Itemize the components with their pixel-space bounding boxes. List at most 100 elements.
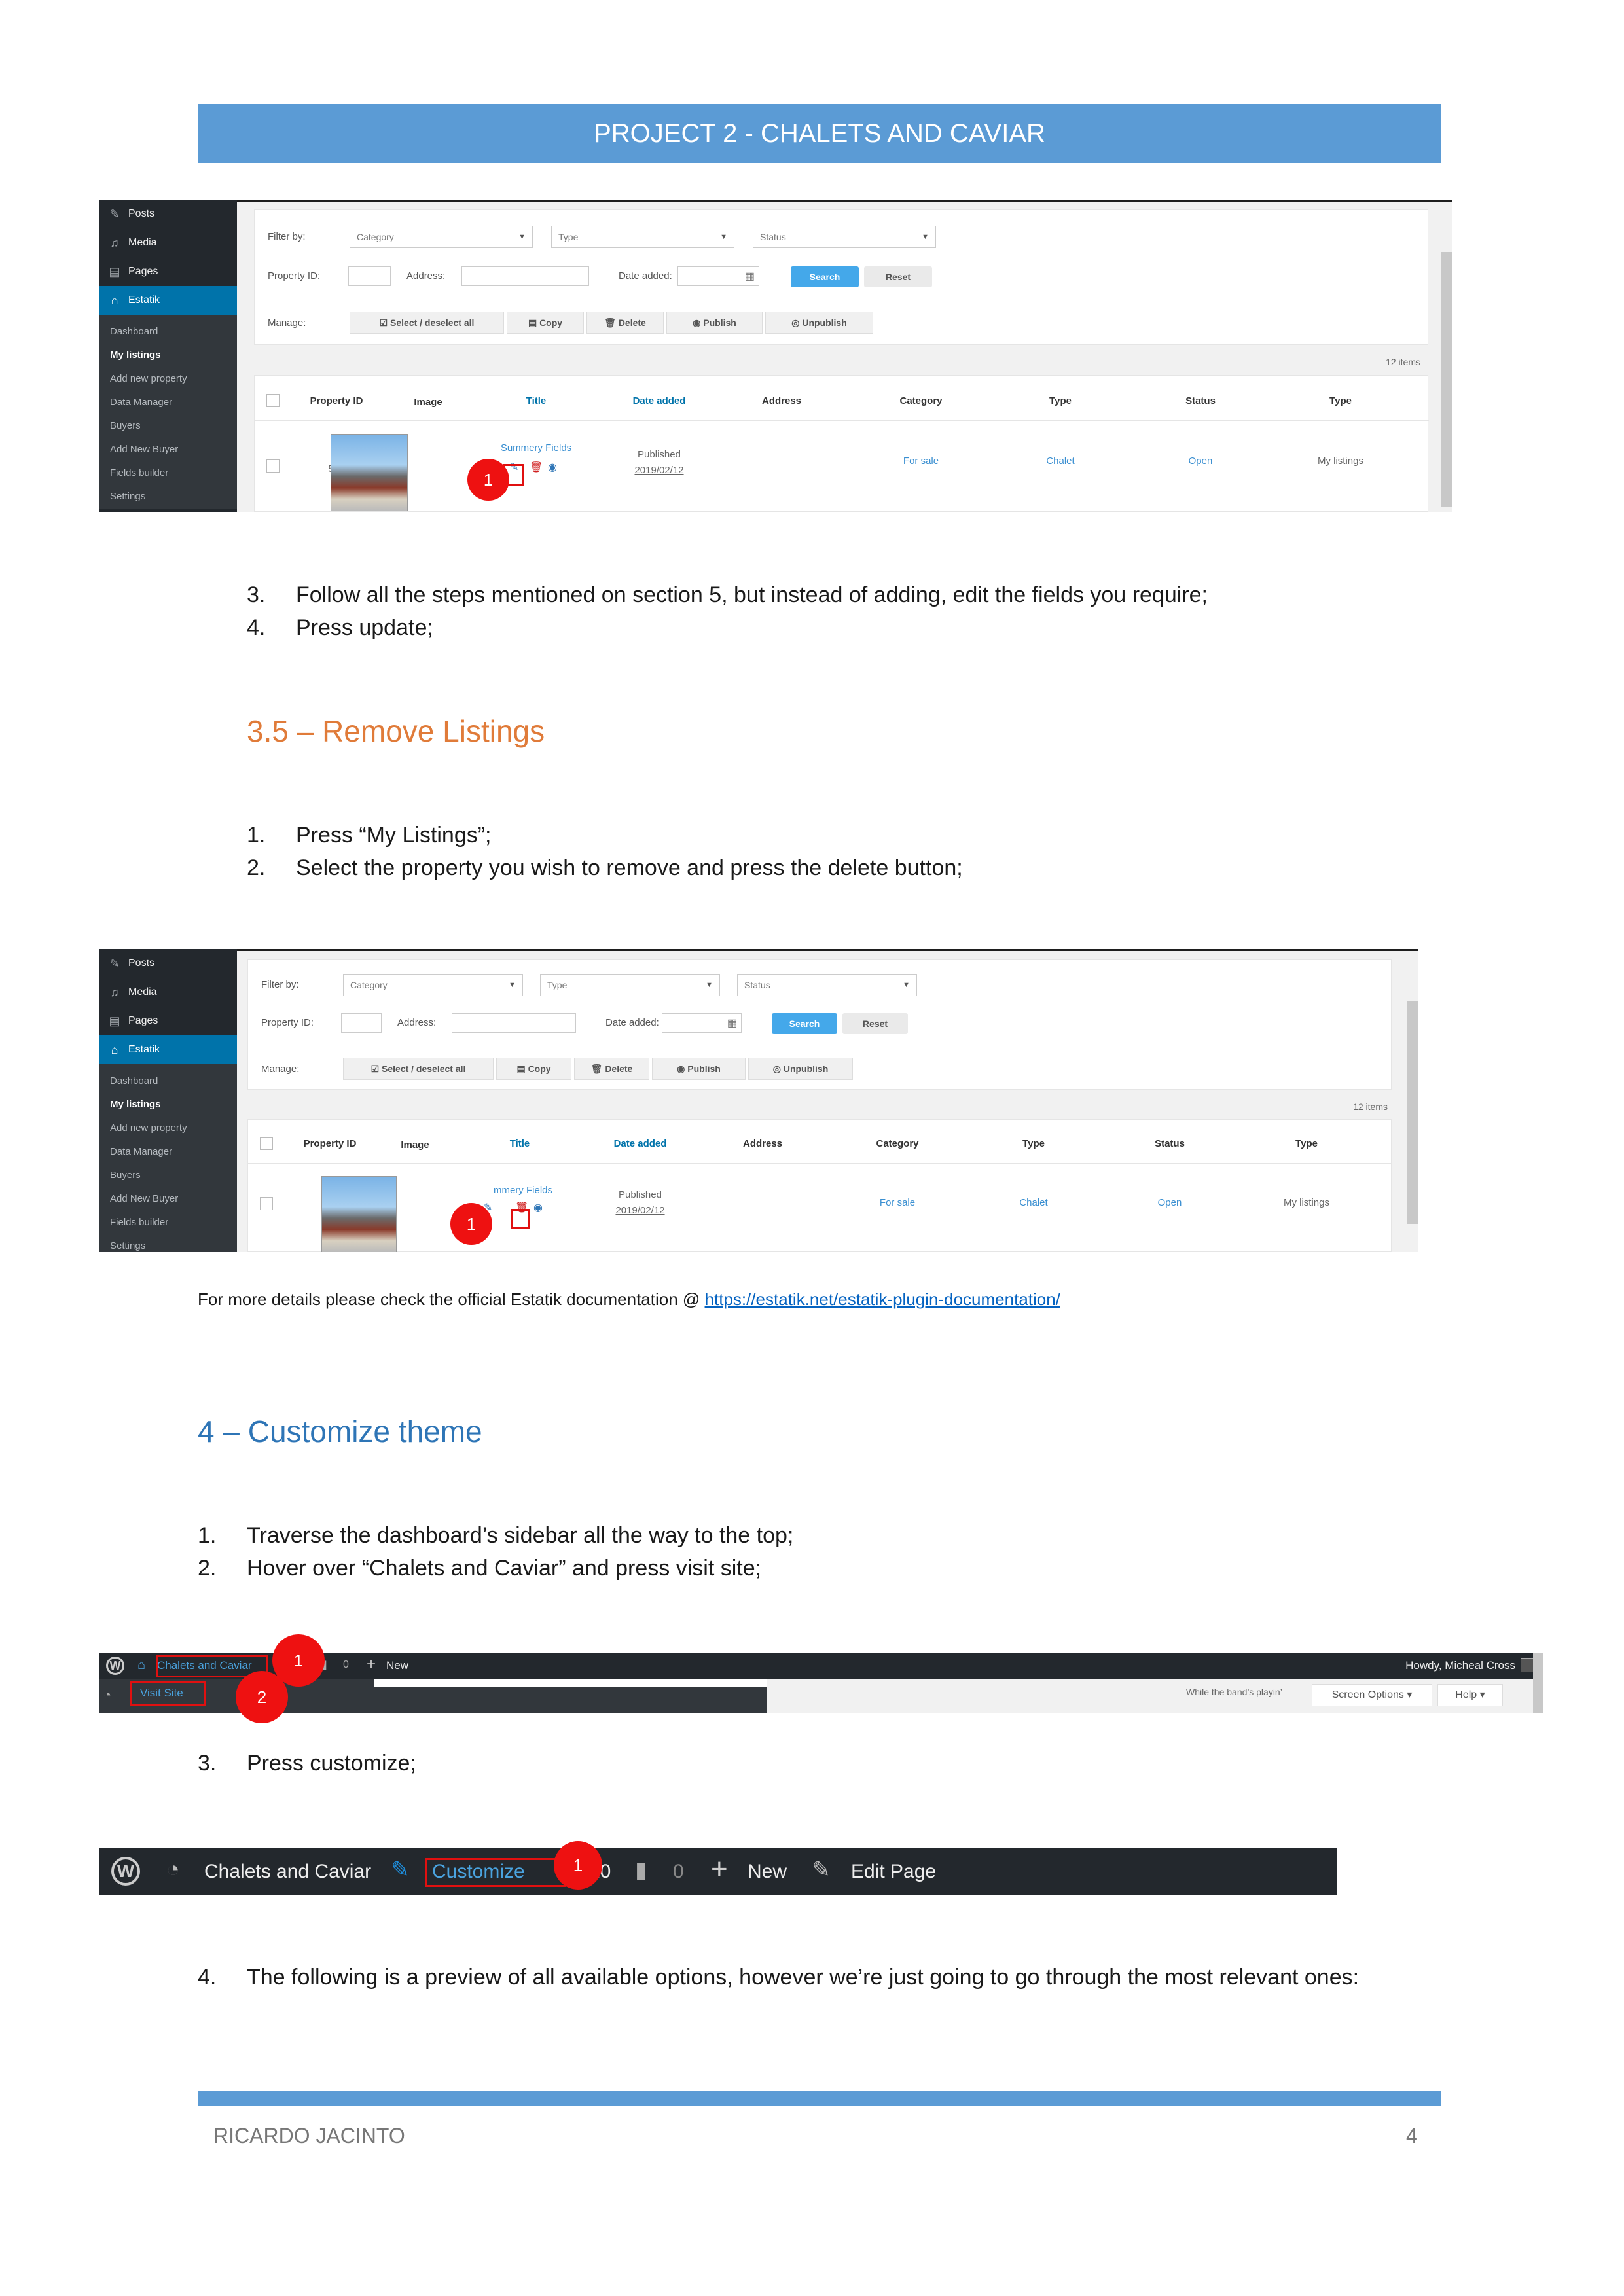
publish-button[interactable]: ◉ Publish xyxy=(666,312,763,334)
scrollbar[interactable] xyxy=(1407,1001,1418,1224)
scrollbar[interactable] xyxy=(1533,1653,1543,1713)
documentation-note: For more details please check the offici… xyxy=(198,1289,1060,1309)
select-all-button[interactable]: ☑ Select / deselect all xyxy=(343,1058,494,1080)
property-id-input[interactable] xyxy=(341,1013,382,1033)
help-button[interactable]: Help ▾ xyxy=(1437,1684,1503,1706)
row-category[interactable]: For sale xyxy=(862,456,980,467)
submenu-settings[interactable]: Settings xyxy=(99,1234,237,1252)
sidebar-item-estatik[interactable]: ⌂ Estatik xyxy=(99,1035,237,1064)
submenu-settings[interactable]: Settings xyxy=(99,485,237,509)
category-select[interactable]: Category ▼ xyxy=(350,226,533,248)
submenu-data-manager[interactable]: Data Manager xyxy=(99,391,237,414)
sidebar-item-media[interactable]: ♫ Media xyxy=(99,228,237,257)
trash-icon[interactable]: 🗑 xyxy=(530,461,543,474)
comment-icon[interactable]: ▮ xyxy=(635,1857,647,1883)
row-checkbox[interactable] xyxy=(266,459,280,473)
column-title[interactable]: Title xyxy=(461,1138,579,1149)
column-address: Address xyxy=(742,1138,783,1149)
column-title[interactable]: Title xyxy=(477,395,595,406)
property-id-input[interactable] xyxy=(348,266,391,286)
address-input[interactable] xyxy=(461,266,589,286)
plus-icon[interactable]: + xyxy=(711,1853,728,1886)
submenu-dashboard[interactable]: Dashboard xyxy=(99,320,237,344)
new-menu[interactable]: New xyxy=(386,1659,408,1672)
row-title[interactable]: mmery Fields xyxy=(471,1185,575,1196)
submenu-data-manager[interactable]: Data Manager xyxy=(99,1140,237,1164)
caret-down-icon: ▾ xyxy=(1479,1689,1485,1700)
address-input[interactable] xyxy=(452,1013,576,1033)
publish-button[interactable]: ◉ Publish xyxy=(652,1058,746,1080)
copy-button[interactable]: ▤ Copy xyxy=(507,312,584,334)
property-thumbnail[interactable] xyxy=(331,434,408,511)
search-button[interactable]: Search xyxy=(772,1013,837,1034)
column-category: Category xyxy=(899,395,943,406)
select-all-checkbox[interactable] xyxy=(260,1137,273,1150)
submenu-fields-builder[interactable]: Fields builder xyxy=(99,461,237,485)
submenu-add-property[interactable]: Add new property xyxy=(99,1117,237,1140)
select-all-button[interactable]: ☑ Select / deselect all xyxy=(350,312,504,334)
unpublish-button[interactable]: ◎ Unpublish xyxy=(765,312,873,334)
date-input[interactable]: ▦ xyxy=(677,266,759,286)
type-select[interactable]: Type ▼ xyxy=(551,226,734,248)
wordpress-logo-icon[interactable]: W xyxy=(106,1657,124,1675)
column-property-id[interactable]: Property ID xyxy=(281,1138,379,1149)
items-count: 12 items xyxy=(1353,1102,1388,1112)
documentation-link[interactable]: https://estatik.net/estatik-plugin-docum… xyxy=(705,1289,1060,1309)
scrollbar[interactable] xyxy=(1441,252,1452,507)
category-select[interactable]: Category ▼ xyxy=(343,974,523,996)
row-title[interactable]: Summery Fields xyxy=(477,442,595,454)
delete-button[interactable]: 🗑 Delete xyxy=(586,312,664,334)
step-badge: 1 xyxy=(554,1841,602,1890)
plus-icon[interactable]: + xyxy=(367,1655,376,1674)
sidebar-item-pages[interactable]: ▤ Pages xyxy=(99,257,237,286)
row-status[interactable]: Open xyxy=(1142,456,1259,467)
submenu-add-buyer[interactable]: Add New Buyer xyxy=(99,438,237,461)
copy-button[interactable]: ▤ Copy xyxy=(496,1058,571,1080)
submenu-fields-builder[interactable]: Fields builder xyxy=(99,1211,237,1234)
site-name-menu[interactable]: Chalets and Caviar xyxy=(204,1861,371,1883)
column-type-2: Type xyxy=(1295,1138,1318,1149)
submenu-buyers[interactable]: Buyers xyxy=(99,1164,237,1187)
wordpress-logo-icon[interactable]: W xyxy=(111,1857,140,1886)
delete-button[interactable]: 🗑 Delete xyxy=(574,1058,649,1080)
sidebar-item-pages[interactable]: ▤ Pages xyxy=(99,1007,237,1035)
pencil-icon: ✎ xyxy=(812,1857,831,1882)
status-select[interactable]: Status ▼ xyxy=(737,974,917,996)
screen-options-button[interactable]: Screen Options ▾ xyxy=(1312,1684,1432,1706)
column-date-added[interactable]: Date added xyxy=(600,395,718,406)
row-status[interactable]: Open xyxy=(1111,1197,1229,1208)
row-type[interactable]: Chalet xyxy=(1001,456,1119,467)
status-select[interactable]: Status ▼ xyxy=(753,226,936,248)
edit-page-link[interactable]: Edit Page xyxy=(851,1861,936,1883)
date-added-label: Date added: xyxy=(619,270,672,281)
submenu-my-listings[interactable]: My listings xyxy=(99,1093,237,1117)
unpublish-button[interactable]: ◎ Unpublish xyxy=(748,1058,853,1080)
search-button[interactable]: Search xyxy=(791,266,859,287)
howdy-user[interactable]: Howdy, Micheal Cross xyxy=(1405,1659,1515,1672)
new-menu[interactable]: New xyxy=(748,1861,787,1883)
sidebar-item-estatik[interactable]: ⌂ Estatik xyxy=(99,286,237,315)
select-all-checkbox[interactable] xyxy=(266,394,280,407)
reset-button[interactable]: Reset xyxy=(864,266,932,287)
submenu-add-property[interactable]: Add new property xyxy=(99,367,237,391)
sidebar-item-posts[interactable]: ✎ Posts xyxy=(99,949,237,978)
row-type[interactable]: Chalet xyxy=(975,1197,1092,1208)
submenu-my-listings[interactable]: My listings xyxy=(99,344,237,367)
property-thumbnail[interactable] xyxy=(321,1176,397,1252)
chevron-down-icon: ▼ xyxy=(922,233,929,241)
column-date-added[interactable]: Date added xyxy=(581,1138,699,1149)
row-category[interactable]: For sale xyxy=(839,1197,956,1208)
submenu-add-buyer[interactable]: Add New Buyer xyxy=(99,1187,237,1211)
column-property-id[interactable]: Property ID xyxy=(287,395,386,406)
row-status-text: Published xyxy=(638,449,681,460)
submenu-buyers[interactable]: Buyers xyxy=(99,414,237,438)
sidebar-item-posts[interactable]: ✎ Posts xyxy=(99,200,237,228)
date-input[interactable]: ▦ xyxy=(662,1013,742,1033)
type-select[interactable]: Type ▼ xyxy=(540,974,720,996)
submenu-dashboard[interactable]: Dashboard xyxy=(99,1069,237,1093)
reset-button[interactable]: Reset xyxy=(842,1013,908,1034)
sidebar-item-media[interactable]: ♫ Media xyxy=(99,978,237,1007)
view-eye-icon[interactable]: ◉ xyxy=(548,461,557,474)
view-eye-icon[interactable]: ◉ xyxy=(533,1201,543,1214)
row-checkbox[interactable] xyxy=(260,1197,273,1210)
